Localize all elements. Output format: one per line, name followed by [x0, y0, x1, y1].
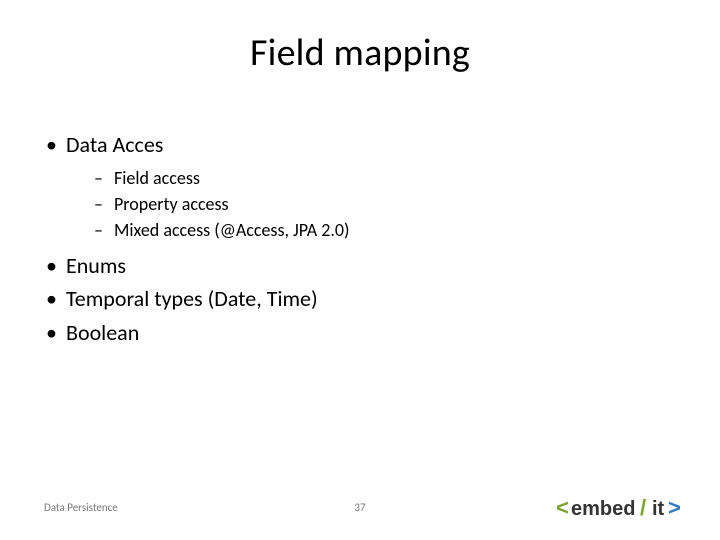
bullet-list: Data Acces Field access Property access …	[40, 130, 680, 348]
slide-title: Field mapping	[0, 30, 720, 76]
sub-bullet-list: Field access Property access Mixed acces…	[66, 166, 680, 243]
bullet-text: Boolean	[66, 319, 139, 346]
svg-text:>: >	[668, 495, 681, 520]
slide: Field mapping Data Acces Field access Pr…	[0, 0, 720, 540]
list-item: Boolean	[40, 318, 680, 348]
bullet-text: Property access	[114, 193, 229, 215]
list-item: Field access	[66, 166, 680, 190]
logo-text-it: it	[652, 498, 665, 520]
bullet-text: Field access	[114, 167, 200, 189]
slide-content: Data Acces Field access Property access …	[40, 130, 680, 352]
bullet-text: Temporal types (Date, Time)	[66, 285, 318, 312]
svg-text:/: /	[640, 495, 646, 520]
bullet-text: Mixed access (@Access, JPA 2.0)	[114, 219, 350, 241]
bullet-text: Data Acces	[66, 131, 163, 158]
logo-text-embed: embed	[571, 498, 635, 520]
list-item: Temporal types (Date, Time)	[40, 284, 680, 314]
list-item: Data Acces Field access Property access …	[40, 130, 680, 243]
list-item: Property access	[66, 192, 680, 216]
svg-text:<: <	[556, 495, 569, 520]
embedit-logo: < embed / it >	[556, 494, 686, 522]
list-item: Mixed access (@Access, JPA 2.0)	[66, 218, 680, 242]
list-item: Enums	[40, 251, 680, 281]
bullet-text: Enums	[66, 252, 126, 279]
embedit-logo-svg: < embed / it >	[556, 494, 686, 522]
